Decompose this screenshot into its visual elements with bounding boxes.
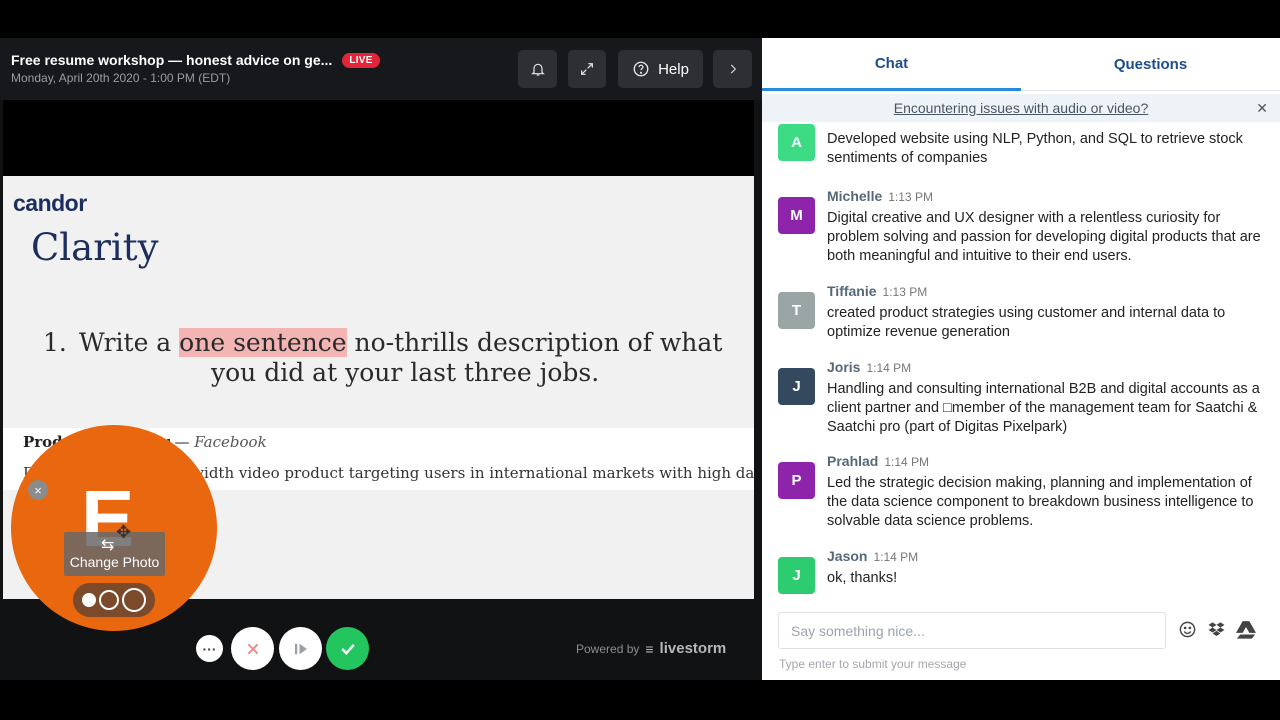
message-time: 1:13 PM xyxy=(882,285,928,299)
avatar: A xyxy=(778,124,815,161)
message-text: Led the strategic decision making, plann… xyxy=(827,475,1254,529)
size-medium-option[interactable] xyxy=(99,590,119,610)
video-letterbox xyxy=(3,100,754,176)
skip-button[interactable] xyxy=(279,627,322,670)
google-drive-icon[interactable] xyxy=(1236,620,1256,639)
event-header: Free resume workshop — honest advice on … xyxy=(0,38,762,100)
example-company: Facebook xyxy=(194,433,267,451)
avatar: J xyxy=(778,557,815,594)
avatar: J xyxy=(778,368,815,405)
live-badge: LIVE xyxy=(342,52,380,68)
expand-icon xyxy=(581,63,593,75)
help-button[interactable]: Help xyxy=(618,50,703,88)
message-author[interactable]: Prahlad xyxy=(827,453,878,469)
tab-chat[interactable]: Chat xyxy=(762,38,1021,91)
message-text: created product strategies using custome… xyxy=(827,305,1226,340)
message-time: 1:14 PM xyxy=(866,361,912,375)
help-label: Help xyxy=(658,60,689,78)
message-author[interactable]: Tiffanie xyxy=(827,283,877,299)
chat-panel: Chat Questions Encountering issues with … xyxy=(762,38,1280,680)
close-notice-icon[interactable]: ✕ xyxy=(1256,100,1268,117)
event-date: Monday, April 20th 2020 - 1:00 PM (EDT) xyxy=(11,71,231,85)
message-time: 1:14 PM xyxy=(884,455,930,469)
close-icon: × xyxy=(34,482,42,498)
check-icon xyxy=(340,643,355,655)
bell-icon xyxy=(530,63,545,76)
ellipsis-icon: ··· xyxy=(202,640,217,657)
input-hint: Type enter to submit your message xyxy=(779,657,967,671)
emoji-icon[interactable] xyxy=(1178,620,1197,639)
collapse-panel-button[interactable] xyxy=(713,50,752,88)
move-icon[interactable]: ✥ xyxy=(116,522,131,543)
message-author[interactable]: Joris xyxy=(827,359,860,375)
message-text: Developed website using NLP, Python, and… xyxy=(827,131,1243,166)
cancel-button[interactable] xyxy=(231,627,274,670)
more-options-button[interactable]: ··· xyxy=(196,635,223,662)
message-text: Digital creative and UX designer with a … xyxy=(827,210,1261,264)
close-bubble-button[interactable]: × xyxy=(28,480,48,500)
notifications-button[interactable] xyxy=(518,50,557,88)
avatar: T xyxy=(778,292,815,329)
livestorm-logo-icon: ≡ xyxy=(645,640,654,657)
change-photo-button[interactable]: ⇆ Change Photo xyxy=(64,532,165,576)
avatar: M xyxy=(778,197,815,234)
chevron-right-icon xyxy=(730,64,736,74)
help-icon xyxy=(633,61,649,77)
slide-logo: candor xyxy=(13,190,87,216)
swap-icon: ⇆ xyxy=(101,537,115,554)
slide-heading: Clarity xyxy=(31,226,159,269)
size-large-option[interactable] xyxy=(122,588,146,612)
bubble-size-toggle[interactable] xyxy=(73,583,155,617)
message-text: Handling and consulting international B2… xyxy=(827,381,1260,435)
fullscreen-button[interactable] xyxy=(568,50,606,88)
highlighted-text: one sentence xyxy=(179,328,347,357)
event-title: Free resume workshop — honest advice on … xyxy=(11,52,333,68)
message-author[interactable]: Jason xyxy=(827,548,867,564)
dropbox-icon[interactable] xyxy=(1207,620,1226,639)
confirm-button[interactable] xyxy=(326,627,369,670)
chat-message-input[interactable] xyxy=(778,612,1166,649)
webcam-bubble[interactable]: E ⇆ Change Photo xyxy=(11,425,217,631)
skip-icon xyxy=(294,643,307,654)
avatar: P xyxy=(778,462,815,499)
message-text: ok, thanks! xyxy=(827,570,898,586)
message-time: 1:13 PM xyxy=(888,190,933,204)
tab-questions[interactable]: Questions xyxy=(1021,38,1280,91)
input-actions xyxy=(1178,620,1256,639)
message-author[interactable]: Michelle xyxy=(827,188,882,204)
brand-name: livestorm xyxy=(659,640,727,657)
message-list: A Developed website using NLP, Python, a… xyxy=(762,124,1280,594)
av-issues-link[interactable]: Encountering issues with audio or video? xyxy=(762,94,1280,122)
powered-by[interactable]: Powered by ≡ livestorm xyxy=(576,640,726,657)
close-icon xyxy=(247,643,258,654)
message-time: 1:14 PM xyxy=(873,550,919,564)
size-small-option[interactable] xyxy=(82,593,96,607)
slide-bullet: 1. Write a one sentence no-thrills descri… xyxy=(43,328,723,387)
panel-tabs: Chat Questions xyxy=(762,38,1280,91)
